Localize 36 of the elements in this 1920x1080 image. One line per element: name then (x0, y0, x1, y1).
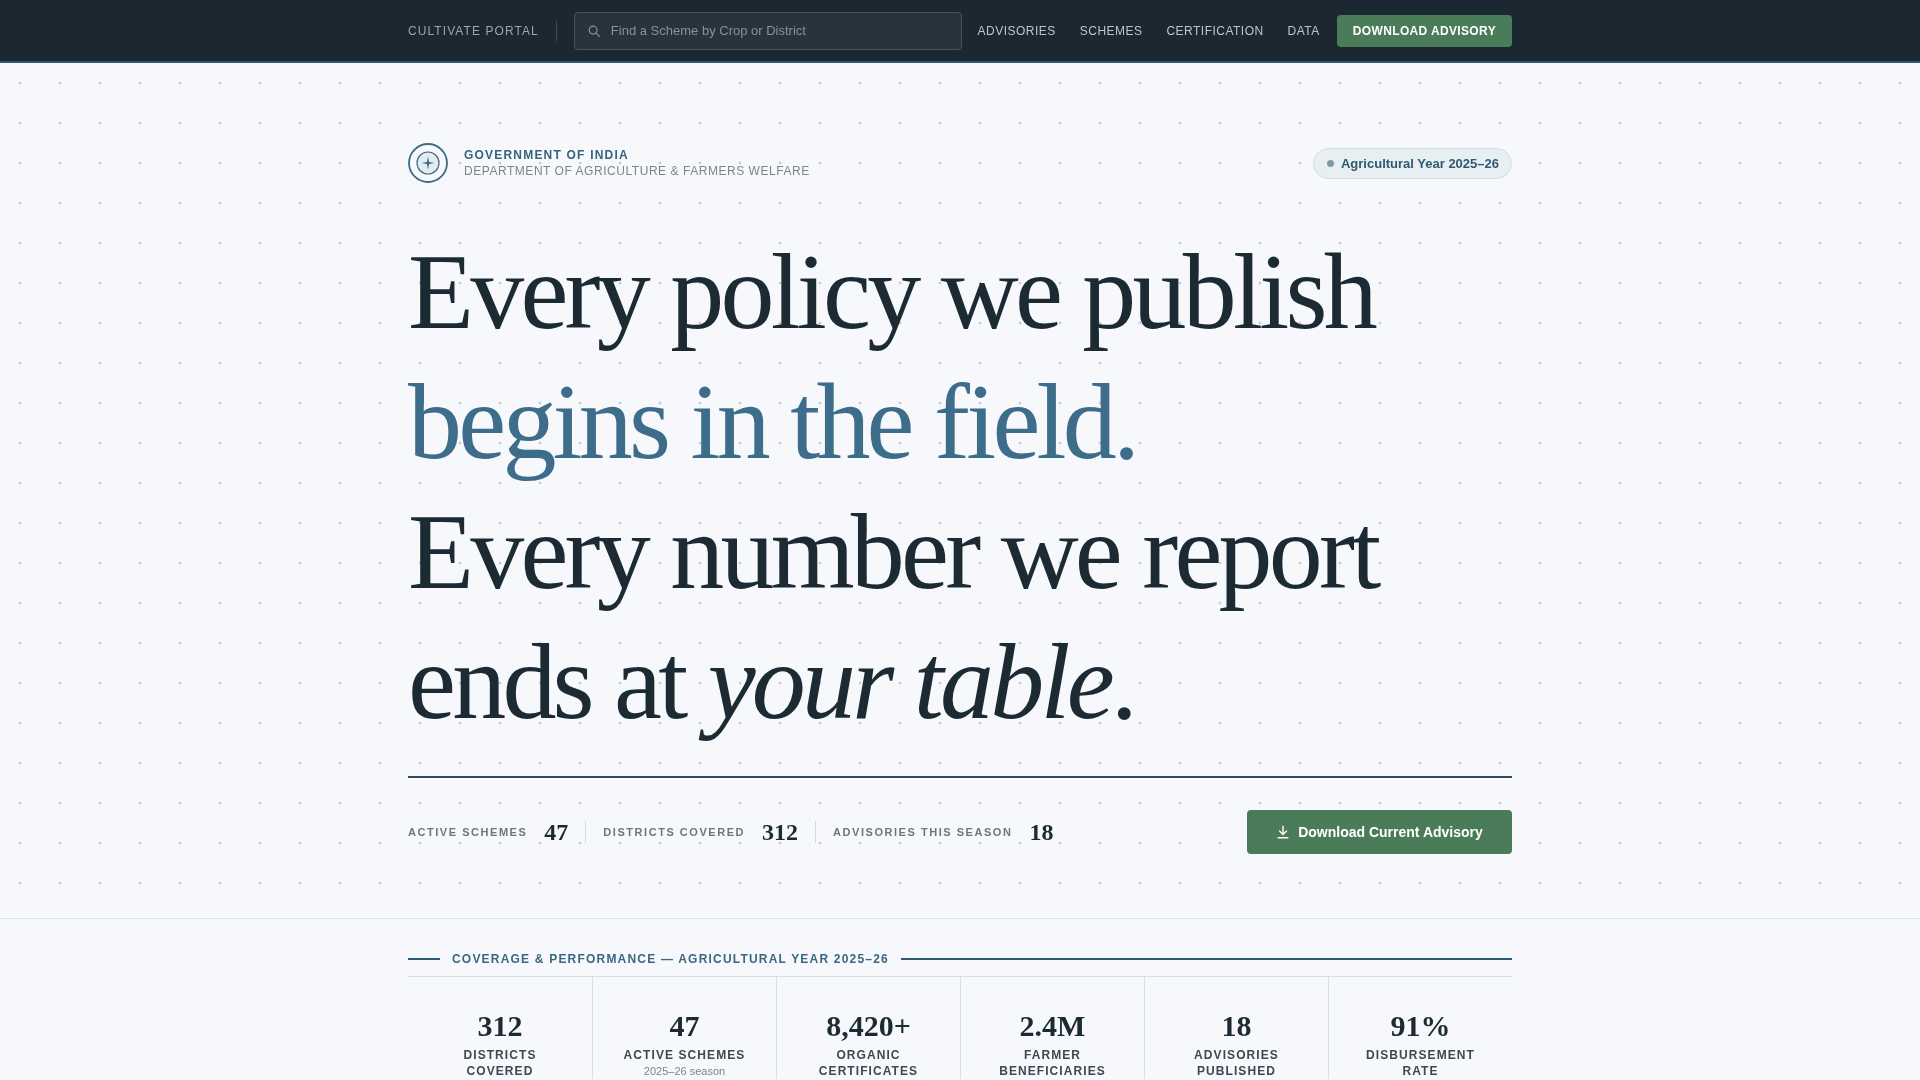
search-icon (587, 24, 600, 37)
stat-value: 18 (1029, 818, 1054, 846)
search-field[interactable]: Find a Scheme by Crop or District (573, 11, 962, 50)
metric-label: DISBURSEMENT RATE (1365, 1047, 1476, 1079)
stat-value: 312 (762, 818, 799, 846)
nav-link[interactable]: SCHEMES (1079, 23, 1143, 38)
portal-name-link[interactable]: CULTIVATE PORTAL (408, 23, 539, 38)
stat-label: DISTRICTS COVERED (603, 826, 746, 838)
organization-name: GOVERNMENT OF INDIA (464, 148, 630, 162)
badge-label: Agricultural Year 2025–26 (1340, 155, 1499, 171)
download-advisory-button[interactable]: DOWNLOAD ADVISORY (1336, 14, 1512, 47)
metric-label: ACTIVE SCHEMES (623, 1047, 746, 1063)
section-heading: COVERAGE & PERFORMANCE — AGRICULTURAL YEAR 2025–26 (452, 952, 889, 966)
download-icon (1276, 825, 1291, 839)
metric-value: 312 (477, 1008, 523, 1044)
metric-label: ORGANIC CERTIFICATES (817, 1047, 920, 1079)
metric-value: 47 (669, 1008, 700, 1044)
hero-headline: Every policy we publish begins in the field. Every number we report ends at your table. (408, 231, 1380, 743)
metric-note: 2025–26 season (643, 1064, 726, 1078)
stat-label: ACTIVE SCHEMES (408, 826, 528, 838)
dot-icon (1326, 159, 1334, 167)
nav-link[interactable]: ADVISORIES (977, 23, 1056, 38)
metric-value: 18 (1221, 1008, 1252, 1044)
metric-label: FARMER BENEFICIARIES (998, 1047, 1107, 1079)
emblem-icon (408, 143, 448, 183)
metric-label: ADVISORIES PUBLISHED (1193, 1047, 1280, 1079)
nav-link[interactable]: CERTIFICATION (1166, 23, 1264, 38)
download-current-advisory-button[interactable]: Download Current Advisory (1247, 810, 1512, 854)
metric-value: 91% (1390, 1008, 1451, 1044)
metric-value: 2.4M (1019, 1008, 1086, 1044)
metric-value: 8,420+ (826, 1008, 911, 1044)
stat-value: 47 (544, 818, 569, 846)
metric-label: DISTRICTS COVERED (462, 1047, 538, 1079)
department-name: DEPARTMENT OF AGRICULTURE & FARMERS WELFARE (464, 164, 810, 178)
stat-label: ADVISORIES THIS SEASON (833, 826, 1013, 838)
nav-link[interactable]: DATA (1287, 23, 1320, 38)
